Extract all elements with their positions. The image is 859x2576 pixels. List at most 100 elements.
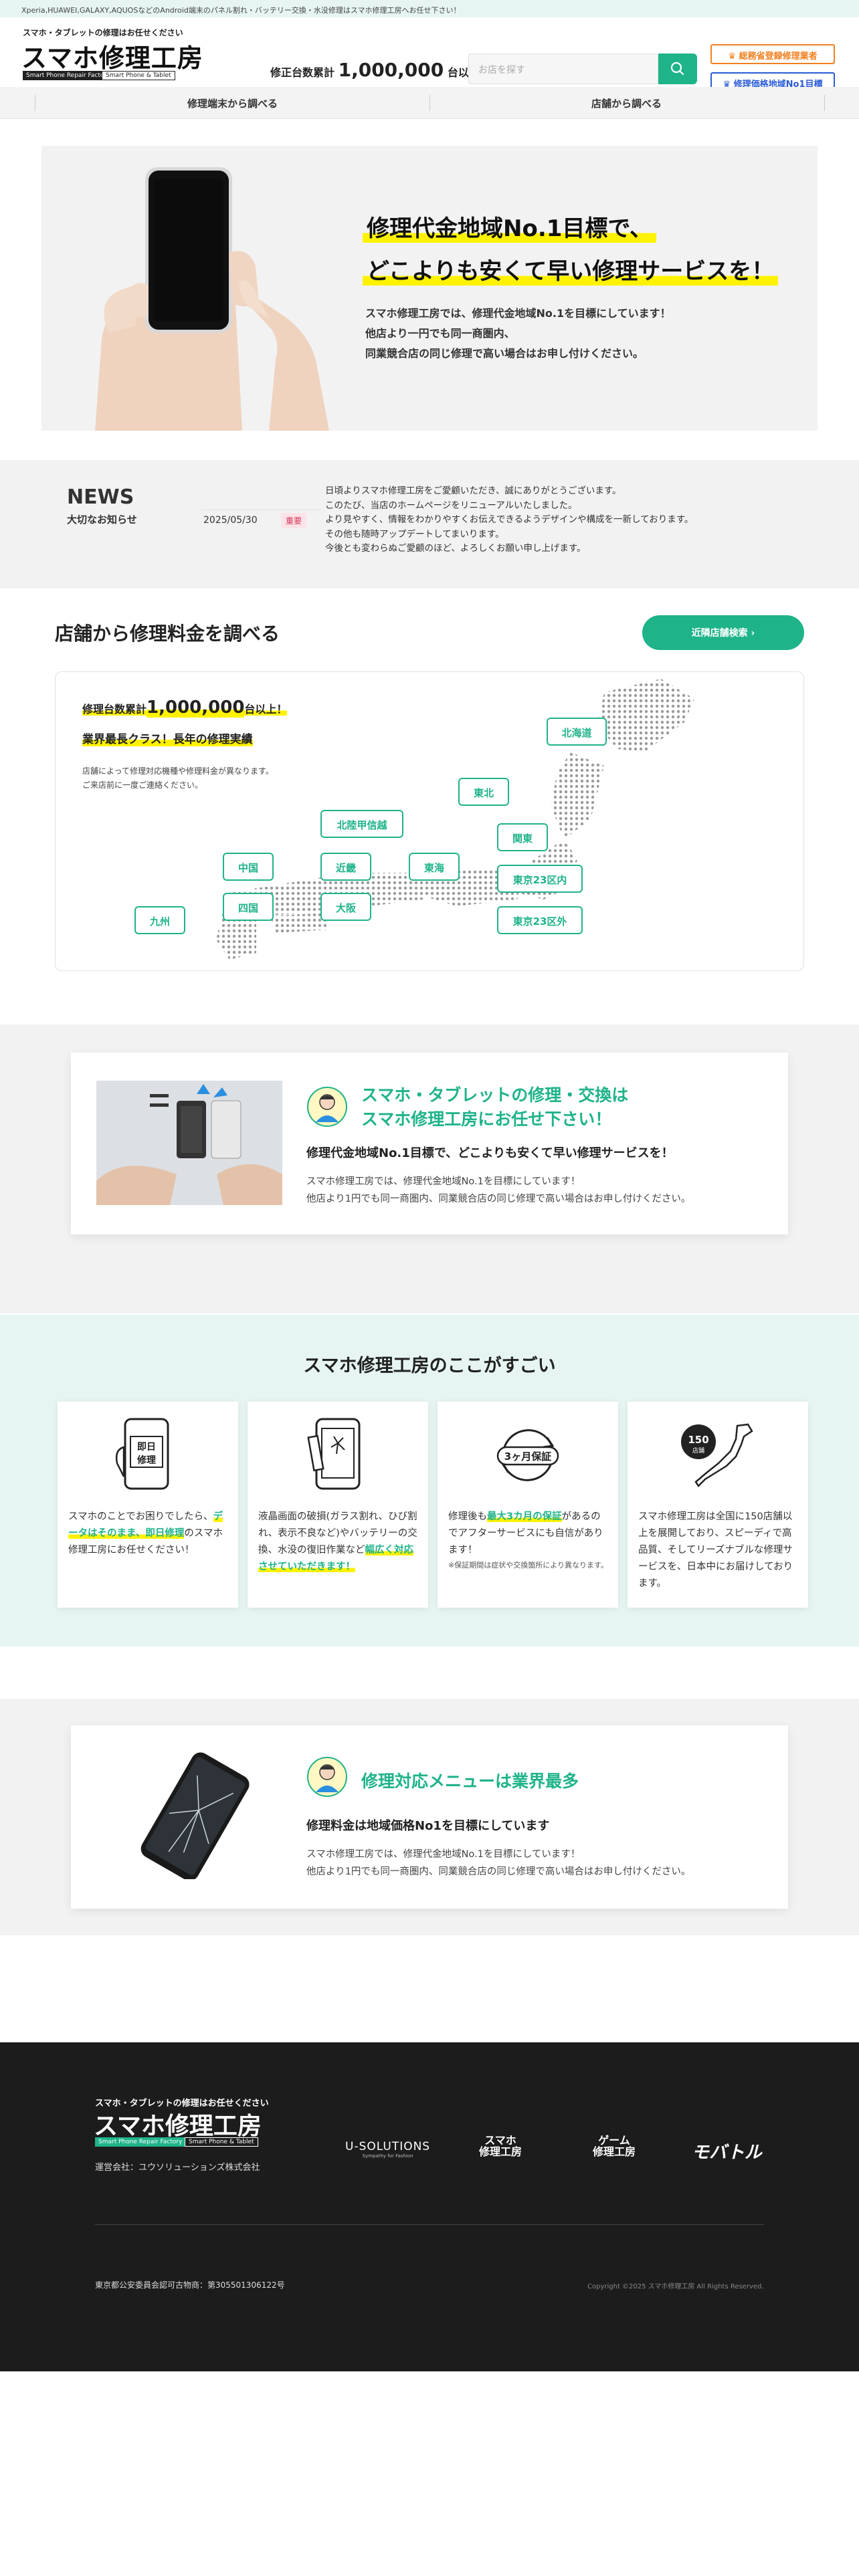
menu-card-line: 他店より1円でも同一商圏内、同業競合店の同じ修理で高い場合はお申し付けください。 — [306, 1866, 691, 1877]
warranty-3-months-icon: 3ヶ月保証 — [496, 1429, 559, 1481]
top-announcement-bar: Xperia,HUAWEI,GALAXY,AQUOSなどのAndroid端末のパ… — [0, 0, 859, 17]
store-search-input[interactable]: お店を探す — [468, 53, 658, 84]
brand-mobattle[interactable]: モバトル — [692, 2139, 762, 2163]
hero-headline-1: 修理代金地域No.1目標で、 — [363, 210, 657, 243]
region-chugoku[interactable]: 中国 — [223, 853, 274, 881]
repair-card-text: スマホ修理工房では、修理代金地域No.1を目標にしています！ 他店より1円でも同… — [306, 1173, 690, 1208]
repair-title-line: スマホ修理工房にお任せ下さい！ — [361, 1109, 612, 1129]
feature-same-day-text: スマホのことでお困りでしたら、データはそのまま、即日修理のスマホ修理工房にお任せ… — [68, 1509, 229, 1559]
feature-warranty-note: ※保証期間は症状や交換箇所により異なります。 — [448, 1561, 608, 1570]
region-kinki[interactable]: 近畿 — [320, 853, 371, 881]
news-line: より見やすく、情報をわかりやすくお伝えできるようデザインや構成を一新しております… — [325, 514, 694, 525]
top-announcement-text: Xperia,HUAWEI,GALAXY,AQUOSなどのAndroid端末のパ… — [21, 6, 461, 15]
footer-copyright: Copyright ©2025 スマホ修理工房 All Rights Reser… — [587, 2283, 764, 2290]
hero-headline-2: どこよりも安くて早い修理サービスを！ — [363, 253, 779, 286]
repair-title-line: スマホ・タブレットの修理・交換は — [361, 1085, 629, 1105]
region-shikoku[interactable]: 四国 — [223, 893, 274, 921]
repair-tools-image — [96, 1081, 282, 1205]
region-tokai[interactable]: 東海 — [409, 853, 460, 881]
feature-text-part: スマホのことでお困りでしたら、 — [68, 1511, 213, 1522]
svg-text:150: 150 — [688, 1434, 708, 1446]
news-date: 2025/05/30 — [203, 515, 258, 526]
region-hokkaido[interactable]: 北海道 — [547, 718, 607, 746]
menu-card-title: 修理対応メニューは業界最多 — [361, 1772, 579, 1791]
news-line: 今後とも変わらぬご愛顧のほど、よろしくお願い申し上げます。 — [325, 543, 586, 554]
news-line: このたび、当店のホームページをリニューアルいたしました。 — [325, 500, 577, 511]
region-kanto[interactable]: 関東 — [497, 823, 548, 851]
news-line: 日頃よりスマホ修理工房をご愛顧いただき、誠にありがとうございます。 — [325, 486, 622, 496]
store-map-card: 修理台数累計1,000,000台以上！ 業界最長クラス！長年の修理実績 店舗によ… — [55, 671, 804, 971]
brand-smaho-repair[interactable]: スマホ 修理工房 — [479, 2135, 522, 2157]
hero-description: スマホ修理工房では、修理代金地域No.1を目標にしています！ 他店より一円でも同… — [365, 304, 671, 364]
svg-text:店舗: 店舗 — [692, 1446, 704, 1455]
footer-company: 運営会社：ユウソリューションズ株式会社 — [95, 2163, 260, 2173]
feature-highlight: 最大3カ月の保証 — [487, 1511, 562, 1522]
feature-text-part: 修理後も — [448, 1511, 487, 1522]
logo-tagline: スマホ・タブレットの修理はお任せください — [23, 28, 183, 37]
feature-card-warranty: 3ヶ月保証 修理後も最大3カ月の保証があるのでアフターサービスにも自信があります… — [438, 1402, 618, 1608]
counter-prefix: 修正台数累計 — [270, 66, 335, 79]
counter-value: 1,000,000 — [338, 59, 444, 81]
brand-u-solutions-sub: Sympathy for Fashion — [362, 2153, 413, 2159]
repair-card-title: スマホ・タブレットの修理・交換は スマホ修理工房にお任せ下さい！ — [361, 1083, 628, 1132]
repair-card-line: 他店より1円でも同一商圏内、同業競合店の同じ修理で高い場合はお申し付けください。 — [306, 1194, 691, 1204]
region-osaka[interactable]: 大阪 — [320, 893, 371, 921]
region-tokyo-23-outer[interactable]: 東京23区外 — [497, 906, 583, 934]
feature-warranty-text: 修理後も最大3カ月の保証があるのでアフターサービスにも自信があります！ — [448, 1509, 609, 1559]
footer-divider — [95, 2224, 764, 2225]
menu-card: 修理対応メニューは業界最多 修理料金は地域価格No1を目標にしています スマホ修… — [71, 1725, 788, 1909]
feature-card-same-day: 即日 修理 スマホのことでお困りでしたら、データはそのまま、即日修理のスマホ修理… — [58, 1402, 238, 1608]
brand-game-line1: ゲーム — [598, 2134, 630, 2147]
footer-logo-name: スマホ修理工房 — [94, 2113, 262, 2140]
logo-en-1: Smart Phone Repair Factory — [23, 71, 114, 80]
features-title: スマホ修理工房のここがすごい — [303, 1356, 556, 1376]
feature-card-stores: 150 店舗 スマホ修理工房は全国に150店舗以上を展開しており、スピーディで高… — [628, 1402, 808, 1608]
news-title: NEWS — [67, 486, 134, 509]
hero-banner: 修理代金地域No.1目標で、 どこよりも安くて早い修理サービスを！ スマホ修理工… — [41, 146, 818, 431]
site-header: スマホ・タブレットの修理はお任せください スマホ修理工房 Smart Phone… — [0, 17, 859, 92]
menu-card-heading: 修理料金は地域価格No1を目標にしています — [306, 1819, 550, 1833]
hero-desc-line: 他店より一円でも同一商圏内、 — [365, 327, 515, 340]
stores-section-title: 店舗から修理料金を調べる — [55, 623, 280, 645]
main-nav: 修理端末から調べる 店舗から調べる — [0, 87, 859, 119]
news-section: NEWS 大切なお知らせ 2025/05/30 重要 日頃よりスマホ修理工房をご… — [0, 460, 859, 588]
footer-logo-en-1: Smart Phone Repair Factory — [95, 2137, 186, 2147]
search-button[interactable] — [658, 53, 697, 84]
repair-card-heading: 修理代金地域No.1目標で、どこよりも安くて早い修理サービスを！ — [306, 1146, 674, 1160]
svg-text:即日: 即日 — [137, 1442, 156, 1453]
brand-u-solutions[interactable]: U-SOLUTIONS Sympathy for Fashion — [345, 2140, 430, 2159]
news-important-tag: 重要 — [281, 513, 307, 528]
brand-smaho-line1: スマホ — [484, 2134, 516, 2147]
region-tokyo-23-inner[interactable]: 東京23区内 — [497, 865, 583, 893]
news-body[interactable]: 日頃よりスマホ修理工房をご愛顧いただき、誠にありがとうございます。 このたび、当… — [325, 484, 693, 556]
nav-item-by-device[interactable]: 修理端末から調べる — [187, 96, 278, 110]
svg-text:修理: 修理 — [136, 1455, 156, 1466]
feature-card-wide-support: 液晶画面の破損(ガラス割れ、ひび割れ、表示不良など)やバッテリーの交換、水没の復… — [248, 1402, 428, 1608]
staff-avatar-icon — [307, 1087, 347, 1127]
region-tohoku[interactable]: 東北 — [458, 778, 509, 806]
near-store-search-button[interactable]: 近隣店舗検索 › — [642, 615, 804, 650]
repair-card-line: スマホ修理工房では、修理代金地域No.1を目標にしています！ — [306, 1176, 581, 1187]
feature-wide-support-text: 液晶画面の破損(ガラス割れ、ひび割れ、表示不良など)やバッテリーの交換、水没の復… — [258, 1509, 419, 1576]
registered-repairer-badge[interactable]: ♛ 総務省登録修理業者 — [710, 44, 835, 64]
news-subtitle: 大切なお知らせ — [67, 514, 137, 526]
nav-item-by-store[interactable]: 店舗から調べる — [591, 96, 662, 110]
brand-game-repair[interactable]: ゲーム 修理工房 — [593, 2135, 636, 2157]
hand-holding-phone-image — [95, 167, 329, 431]
staff-avatar-icon — [307, 1757, 347, 1797]
svg-text:3ヶ月保証: 3ヶ月保証 — [504, 1451, 551, 1463]
news-line: その他も随時アップデートしてまいります。 — [325, 528, 504, 540]
footer-license: 東京都公安委員会認可古物商：第305501306122号 — [95, 2280, 285, 2290]
brand-smaho-line2: 修理工房 — [479, 2145, 522, 2158]
nav-divider — [824, 95, 825, 111]
hero-desc-line: スマホ修理工房では、修理代金地域No.1を目標にしています！ — [365, 307, 671, 320]
chevron-right-icon: › — [751, 628, 755, 639]
region-hokuriku-koshinetsu[interactable]: 北陸甲信越 — [320, 810, 403, 838]
crown-icon: ♛ — [728, 51, 739, 62]
region-kyushu[interactable]: 九州 — [134, 906, 185, 934]
repair-intro-band: スマホ・タブレットの修理・交換は スマホ修理工房にお任せ下さい！ 修理代金地域N… — [0, 1025, 859, 1313]
feature-stores-text: スマホ修理工房は全国に150店舗以上を展開しており、スピーディで高品質、そしてリ… — [638, 1511, 793, 1589]
footer-logo-en-2: Smart Phone & Tablet — [185, 2137, 258, 2147]
brand-game-line2: 修理工房 — [593, 2145, 636, 2158]
150-stores-japan-icon: 150 店舗 — [681, 1423, 753, 1487]
